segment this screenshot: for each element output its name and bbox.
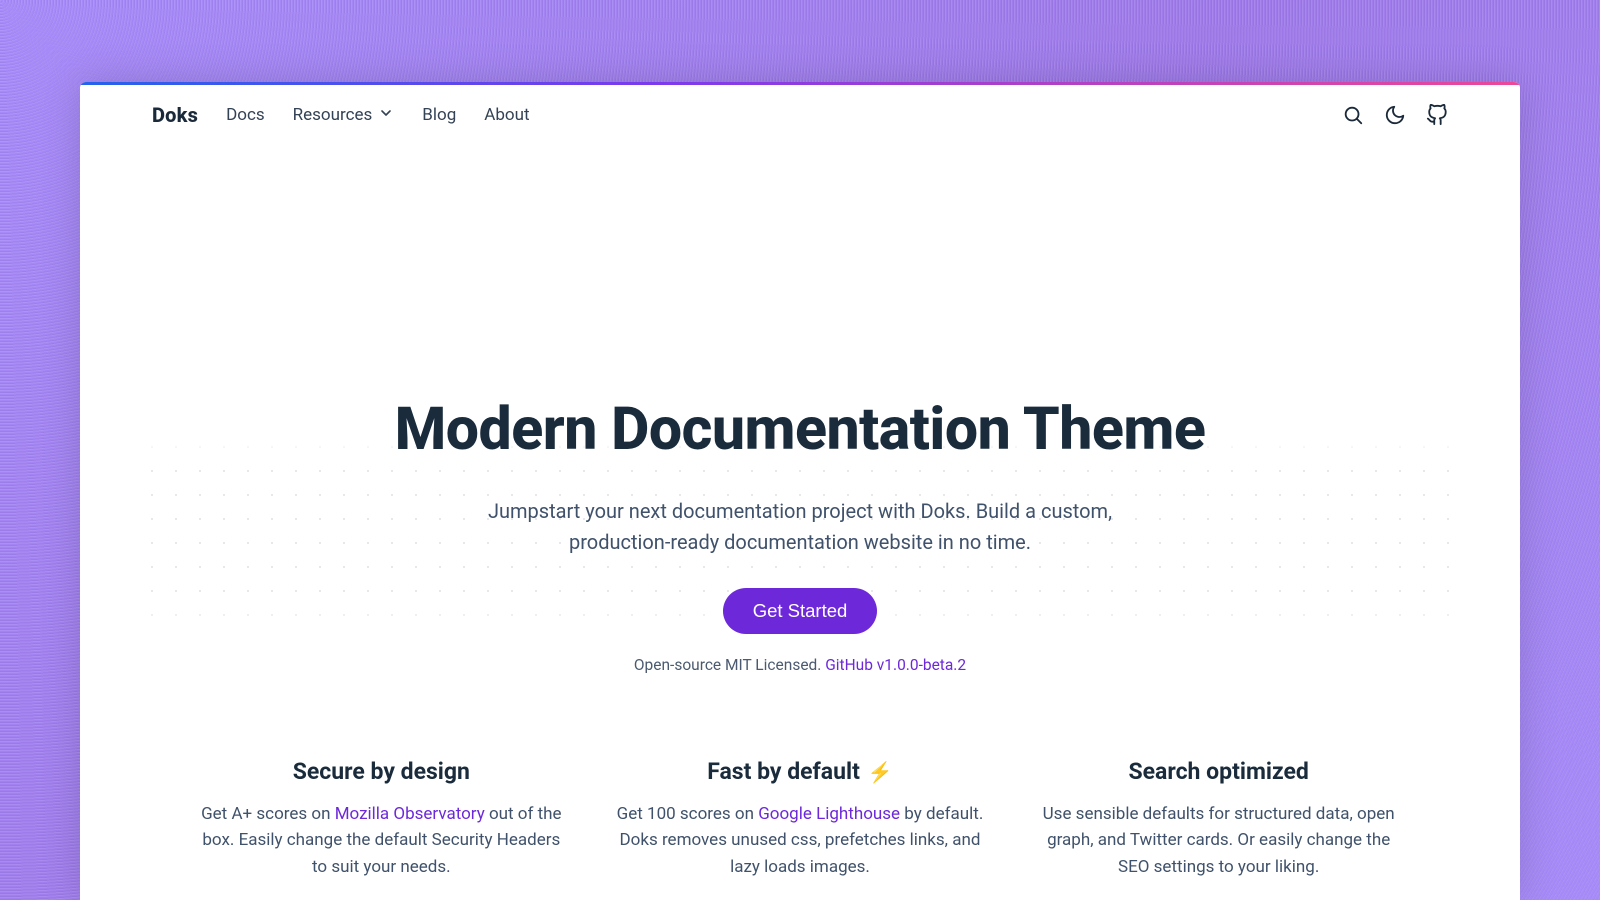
nav-right bbox=[1342, 104, 1448, 126]
feature-fast-title: Fast by default ⚡ bbox=[707, 758, 893, 785]
feature-fast: Fast by default ⚡ Get 100 scores on Goog… bbox=[617, 758, 984, 880]
nav-link-blog[interactable]: Blog bbox=[422, 105, 456, 125]
github-version-link[interactable]: GitHub v1.0.0-beta.2 bbox=[825, 656, 966, 674]
feature-seo: Search optimized Use sensible defaults f… bbox=[1035, 758, 1402, 880]
navbar: Doks Docs Resources Blog About bbox=[80, 85, 1520, 137]
nav-link-resources-label: Resources bbox=[293, 105, 373, 125]
license-prefix: Open-source MIT Licensed. bbox=[634, 656, 825, 674]
chevron-down-icon bbox=[378, 105, 394, 126]
hero-section: Modern Documentation Theme Jumpstart you… bbox=[80, 137, 1520, 714]
nav-link-docs[interactable]: Docs bbox=[226, 105, 265, 125]
feature-fast-title-text: Fast by default bbox=[707, 758, 860, 785]
feature-secure-body-before: Get A+ scores on bbox=[201, 804, 335, 824]
feature-seo-title: Search optimized bbox=[1128, 758, 1308, 785]
browser-window: Doks Docs Resources Blog About bbox=[80, 82, 1520, 900]
feature-secure-title: Secure by design bbox=[293, 758, 470, 785]
feature-secure: Secure by design Get A+ scores on Mozill… bbox=[198, 758, 565, 880]
hero-lead: Jumpstart your next documentation projec… bbox=[460, 496, 1140, 558]
feature-secure-body: Get A+ scores on Mozilla Observatory out… bbox=[198, 801, 565, 880]
feature-fast-body-before: Get 100 scores on bbox=[617, 804, 759, 824]
feature-fast-body: Get 100 scores on Google Lighthouse by d… bbox=[617, 801, 984, 880]
mozilla-observatory-link[interactable]: Mozilla Observatory bbox=[335, 804, 485, 824]
license-text: Open-source MIT Licensed. GitHub v1.0.0-… bbox=[140, 656, 1460, 674]
google-lighthouse-link[interactable]: Google Lighthouse bbox=[758, 804, 900, 824]
features-grid: Secure by design Get A+ scores on Mozill… bbox=[80, 714, 1520, 900]
nav-left: Doks Docs Resources Blog About bbox=[152, 103, 530, 127]
nav-link-about[interactable]: About bbox=[484, 105, 529, 125]
feature-seo-body: Use sensible defaults for structured dat… bbox=[1035, 801, 1402, 880]
lightning-icon: ⚡ bbox=[868, 760, 893, 784]
search-icon[interactable] bbox=[1342, 104, 1364, 126]
github-icon[interactable] bbox=[1426, 104, 1448, 126]
get-started-button[interactable]: Get Started bbox=[723, 588, 878, 634]
brand-logo[interactable]: Doks bbox=[152, 103, 198, 127]
theme-toggle-icon[interactable] bbox=[1384, 104, 1406, 126]
page-title: Modern Documentation Theme bbox=[140, 395, 1460, 464]
nav-link-resources[interactable]: Resources bbox=[293, 105, 395, 126]
